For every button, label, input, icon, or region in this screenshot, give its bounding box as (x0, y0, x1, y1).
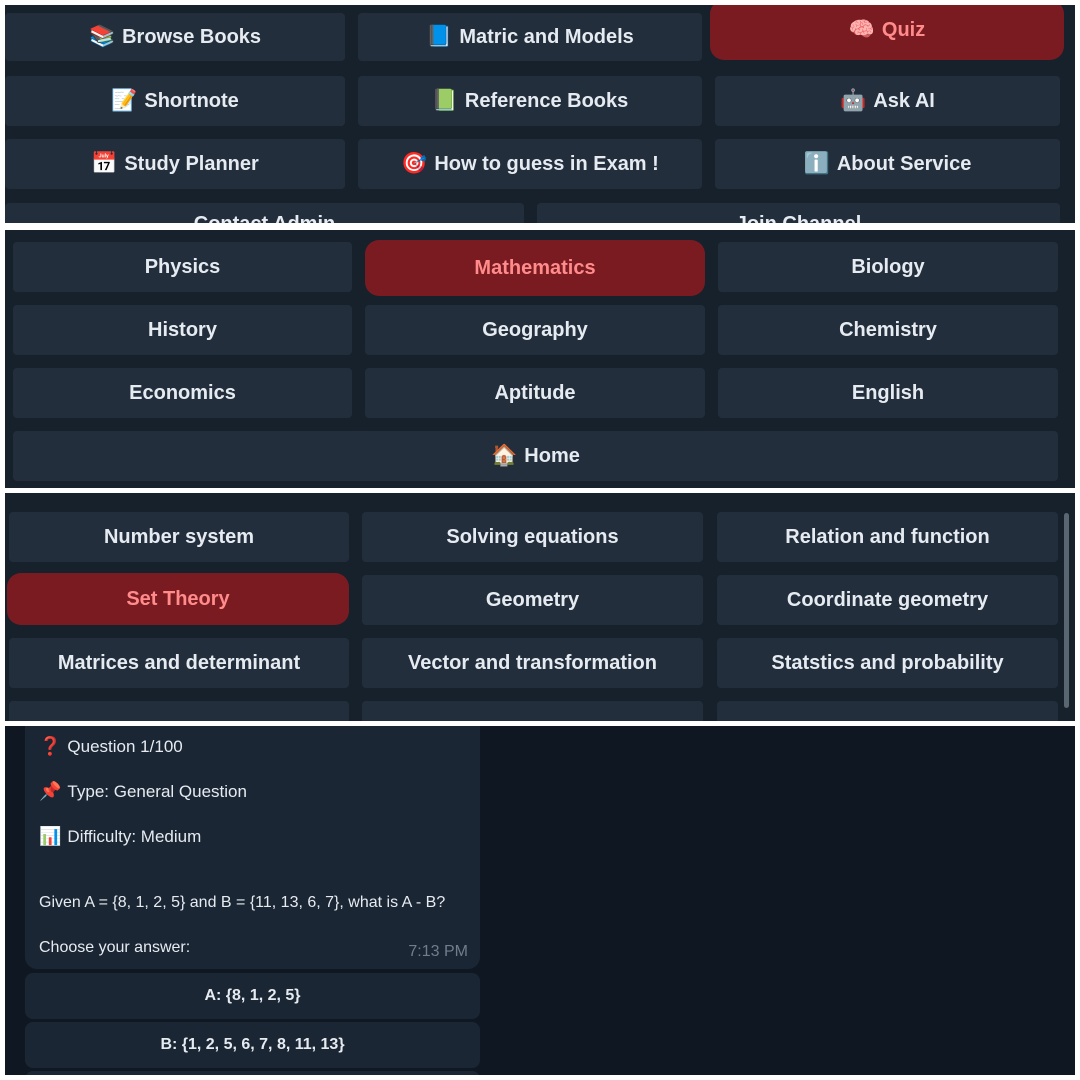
answer-prompt: Choose your answer: (39, 939, 191, 956)
topic-solving-equations-button[interactable]: Solving equations (362, 512, 703, 562)
ask-ai-label: Ask AI (873, 89, 935, 112)
about-service-label: About Service (836, 152, 972, 175)
question-message: ❓ Question 1/100 📌 Type: General Question … (25, 726, 480, 969)
house-icon: 🏠 (491, 444, 518, 467)
browse-books-button[interactable]: 📚 Browse Books (5, 13, 345, 61)
answer-label: B: {1, 2, 5, 6, 7, 8, 11, 13} (160, 1036, 345, 1053)
topic-vector-button[interactable]: Vector and transformation (362, 638, 703, 688)
topic-number-system-button[interactable]: Number system (9, 512, 349, 562)
reference-books-label: Reference Books (464, 89, 629, 112)
question-type: 📌 Type: General Question (39, 781, 247, 802)
answer-label: A: {8, 1, 2, 5} (204, 987, 301, 1004)
subject-label: Biology (851, 255, 925, 278)
blue-book-icon: 📘 (426, 25, 453, 48)
home-label: Home (524, 444, 580, 467)
browse-books-label: Browse Books (122, 25, 262, 48)
subject-chemistry-button[interactable]: Chemistry (718, 305, 1058, 355)
question-header: ❓ Question 1/100 (39, 736, 183, 757)
join-channel-label: Join Channel (736, 213, 862, 223)
topic-label: Number system (103, 525, 255, 548)
answer-c-button[interactable] (25, 1071, 480, 1075)
subject-biology-button[interactable]: Biology (718, 242, 1058, 292)
shortnote-label: Shortnote (144, 89, 239, 112)
info-icon: ℹ️ (803, 152, 830, 175)
subject-economics-button[interactable]: Economics (13, 368, 352, 418)
calendar-icon: 📅 (91, 152, 118, 175)
memo-icon: 📝 (111, 89, 138, 112)
subject-label: English (851, 381, 925, 404)
topic-label: Solving equations (446, 525, 619, 548)
topic-relation-function-button[interactable]: Relation and function (717, 512, 1058, 562)
topic-label: Vector and transformation (408, 651, 657, 674)
contact-admin-label: Contact Admin (194, 213, 335, 223)
topics-scrollbar[interactable] (1064, 513, 1069, 708)
topic-matrices-button[interactable]: Matrices and determinant (9, 638, 349, 688)
question-header-text: Question 1/100 (67, 737, 183, 756)
target-icon: 🎯 (401, 152, 428, 175)
topic-label: Statstics and probability (771, 651, 1004, 674)
topic-label: Geometry (485, 588, 580, 611)
topic-geometry-button[interactable]: Geometry (362, 575, 703, 625)
topic-label: Set Theory (126, 587, 230, 610)
shortnote-button[interactable]: 📝 Shortnote (5, 76, 345, 126)
books-icon: 📚 (88, 25, 116, 48)
chat-area: ❓ Question 1/100 📌 Type: General Question … (5, 726, 1075, 1075)
quiz-label: Quiz (881, 18, 926, 41)
topic-label: Matrices and determinant (57, 651, 301, 674)
how-to-guess-button[interactable]: 🎯 How to guess in Exam ! (358, 139, 702, 189)
subjects-keyboard: Physics Mathematics Biology History Geog… (5, 230, 1075, 488)
topics-keyboard: Number system Solving equations Relation… (5, 493, 1075, 721)
robot-icon: 🤖 (840, 89, 867, 112)
subject-label: Geography (482, 318, 588, 341)
answer-a-button[interactable]: A: {8, 1, 2, 5} (25, 973, 480, 1019)
topic-row4-button[interactable] (717, 701, 1058, 721)
topic-row4-button[interactable] (362, 701, 703, 721)
subject-history-button[interactable]: History (13, 305, 352, 355)
contact-admin-button[interactable]: Contact Admin (5, 203, 524, 223)
subject-aptitude-button[interactable]: Aptitude (365, 368, 705, 418)
join-channel-button[interactable]: Join Channel (537, 203, 1060, 223)
subject-english-button[interactable]: English (718, 368, 1058, 418)
quiz-button[interactable]: 🧠 Quiz (710, 5, 1064, 60)
ask-ai-button[interactable]: 🤖 Ask AI (715, 76, 1060, 126)
topic-row4-button[interactable] (9, 701, 349, 721)
study-planner-label: Study Planner (124, 152, 259, 175)
question-type-text: Type: General Question (67, 782, 247, 801)
topic-label: Relation and function (785, 525, 990, 548)
question-mark-icon: ❓ (39, 736, 62, 756)
topic-label: Coordinate geometry (786, 588, 989, 611)
subject-label: Economics (129, 381, 236, 404)
home-button[interactable]: 🏠 Home (13, 431, 1058, 481)
question-difficulty: 📊 Difficulty: Medium (39, 826, 201, 847)
bar-chart-icon: 📊 (39, 826, 62, 846)
subject-label: History (148, 318, 217, 341)
question-body: Given A = {8, 1, 2, 5} and B = {11, 13, … (39, 894, 446, 911)
subject-physics-button[interactable]: Physics (13, 242, 352, 292)
how-to-guess-label: How to guess in Exam ! (434, 152, 659, 175)
subject-label: Chemistry (839, 318, 937, 341)
about-service-button[interactable]: ℹ️ About Service (715, 139, 1060, 189)
pushpin-icon: 📌 (39, 781, 62, 801)
topic-set-theory-button[interactable]: Set Theory (7, 573, 349, 625)
study-planner-button[interactable]: 📅 Study Planner (5, 139, 345, 189)
green-book-icon: 📗 (431, 89, 458, 112)
subject-label: Physics (144, 255, 221, 278)
main-menu-keyboard: 📚 Browse Books 📘 Matric and Models 🧠 Quiz 📝… (5, 5, 1075, 223)
subject-mathematics-button[interactable]: Mathematics (365, 240, 705, 296)
topic-coordinate-geometry-button[interactable]: Coordinate geometry (717, 575, 1058, 625)
question-difficulty-text: Difficulty: Medium (67, 827, 202, 846)
reference-books-button[interactable]: 📗 Reference Books (358, 76, 702, 126)
brain-icon: 🧠 (848, 18, 875, 41)
matric-and-models-label: Matric and Models (459, 25, 634, 48)
matric-and-models-button[interactable]: 📘 Matric and Models (358, 13, 702, 61)
subject-label: Mathematics (474, 256, 596, 279)
message-timestamp: 7:13 PM (408, 943, 468, 960)
topic-statistics-button[interactable]: Statstics and probability (717, 638, 1058, 688)
answer-b-button[interactable]: B: {1, 2, 5, 6, 7, 8, 11, 13} (25, 1022, 480, 1068)
subject-label: Aptitude (494, 381, 576, 404)
subject-geography-button[interactable]: Geography (365, 305, 705, 355)
